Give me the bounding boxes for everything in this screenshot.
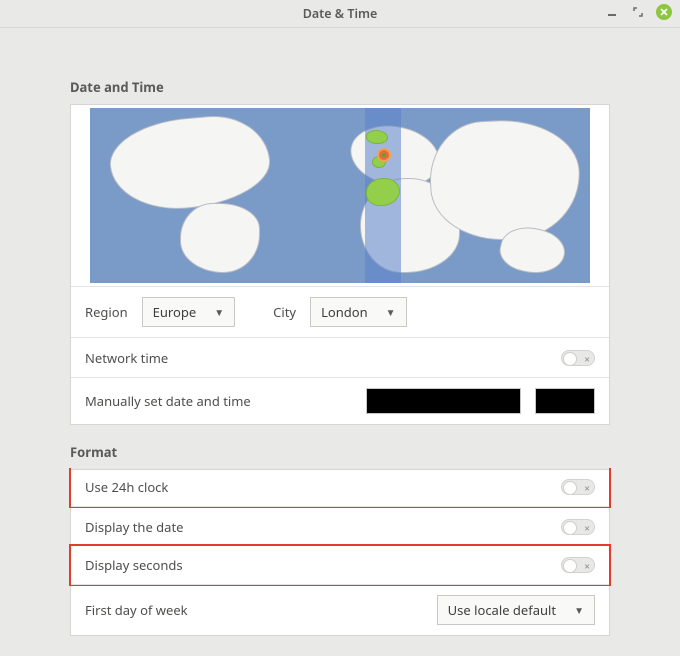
display-seconds-toggle[interactable]: × xyxy=(561,557,595,573)
close-button[interactable] xyxy=(656,4,672,20)
timezone-map-wrap xyxy=(71,105,609,286)
time-input[interactable] xyxy=(535,388,595,414)
date-input[interactable] xyxy=(366,388,521,414)
manual-set-label: Manually set date and time xyxy=(85,392,317,410)
chevron-down-icon: ▼ xyxy=(386,305,396,319)
region-dropdown[interactable]: Europe ▼ xyxy=(142,297,235,327)
panel-format: Use 24h clock × Display the date × Displ… xyxy=(70,469,610,636)
region-label: Region xyxy=(85,303,128,321)
network-time-label: Network time xyxy=(85,349,561,367)
row-display-seconds: Display seconds × xyxy=(69,544,611,586)
x-icon: × xyxy=(584,481,590,495)
city-dropdown-value: London xyxy=(321,303,368,321)
chevron-down-icon: ▼ xyxy=(574,603,584,617)
row-region-city: Region Europe ▼ City London ▼ xyxy=(71,286,609,337)
city-label: City xyxy=(273,303,296,321)
network-time-toggle[interactable]: × xyxy=(561,350,595,366)
panel-datetime: Region Europe ▼ City London ▼ Network ti… xyxy=(70,104,610,425)
row-network-time: Network time × xyxy=(71,337,609,377)
use-24h-toggle[interactable]: × xyxy=(561,479,595,495)
region-dropdown-value: Europe xyxy=(153,303,197,321)
x-icon: × xyxy=(584,352,590,366)
display-seconds-label: Display seconds xyxy=(85,556,561,574)
first-day-label: First day of week xyxy=(85,601,437,619)
row-use-24h: Use 24h clock × xyxy=(69,468,611,508)
chevron-down-icon: ▼ xyxy=(214,305,224,319)
window-titlebar: Date & Time xyxy=(0,0,680,28)
x-icon: × xyxy=(584,521,590,535)
display-date-label: Display the date xyxy=(85,518,561,536)
row-display-date: Display the date × xyxy=(71,506,609,546)
window-controls xyxy=(604,4,672,20)
window-title: Date & Time xyxy=(303,5,378,22)
first-day-dropdown-value: Use locale default xyxy=(448,601,556,619)
section-heading-format: Format xyxy=(70,443,610,461)
location-marker-icon xyxy=(377,148,391,162)
maximize-button[interactable] xyxy=(630,4,646,20)
city-dropdown[interactable]: London ▼ xyxy=(310,297,407,327)
x-icon: × xyxy=(584,559,590,573)
timezone-map[interactable] xyxy=(90,108,590,283)
display-date-toggle[interactable]: × xyxy=(561,519,595,535)
section-heading-datetime: Date and Time xyxy=(70,78,610,96)
row-manual-datetime: Manually set date and time xyxy=(71,377,609,424)
first-day-dropdown[interactable]: Use locale default ▼ xyxy=(437,595,595,625)
use-24h-label: Use 24h clock xyxy=(85,478,561,496)
minimize-button[interactable] xyxy=(604,4,620,20)
row-first-day: First day of week Use locale default ▼ xyxy=(71,584,609,635)
